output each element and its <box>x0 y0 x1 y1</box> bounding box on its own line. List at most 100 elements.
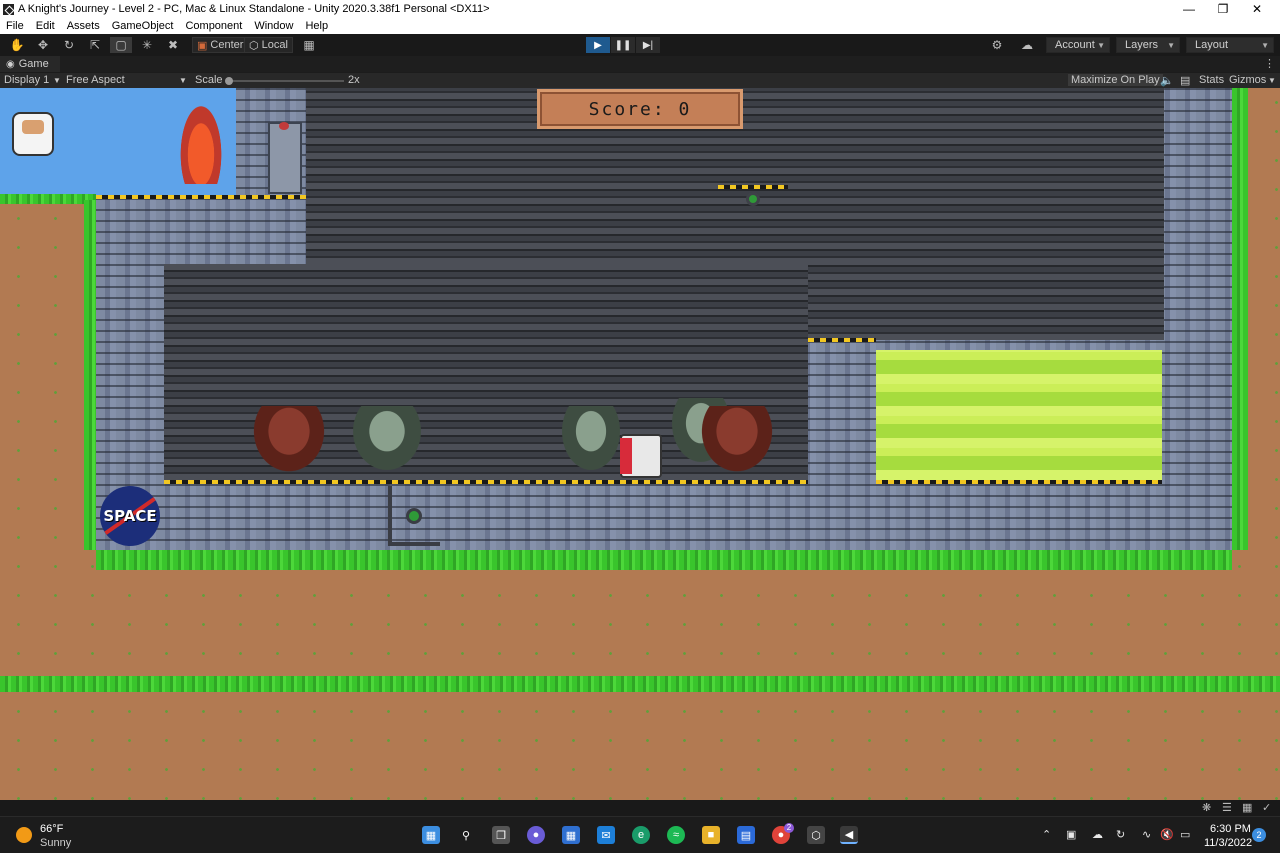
space-logo: SPACE <box>100 486 160 546</box>
unity-hub-icon[interactable]: ⬡ <box>807 826 825 844</box>
platform-pillar <box>808 338 876 342</box>
volume-muted-icon[interactable]: 🔇 <box>1160 828 1174 841</box>
windows-start-icon[interactable]: ▦ <box>422 826 440 844</box>
onedrive-icon[interactable]: ☁ <box>1092 828 1103 841</box>
sun-icon[interactable] <box>16 827 32 843</box>
grass-floor-lower <box>0 676 1280 692</box>
door-light <box>279 122 289 130</box>
pivot-local-button[interactable]: ⬡ Local <box>244 37 293 53</box>
menu-file[interactable]: File <box>0 20 30 32</box>
platform-main-floor <box>164 480 808 484</box>
unity-editor-icon[interactable]: ◀ <box>840 826 858 844</box>
layers-dropdown[interactable]: Layers ▼ <box>1116 37 1180 53</box>
layout-label: Layout <box>1195 39 1229 51</box>
package-icon[interactable]: ▦ <box>1242 801 1252 814</box>
aspect-dropdown[interactable]: Free Aspect <box>66 74 125 86</box>
battery-saver-icon[interactable]: ▣ <box>1066 828 1076 841</box>
cloud-icon[interactable]: ☁ <box>1016 37 1038 53</box>
store-icon[interactable]: ▦ <box>562 826 580 844</box>
tab-game-label: Game <box>18 58 49 70</box>
calendar-icon[interactable]: ▤ <box>737 826 755 844</box>
search-icon[interactable]: ⚲ <box>457 826 475 844</box>
main-toolbar: ✋ ✥ ↻ ⇱ ▢ ✳ ✖ ▣ Center ⬡ Local ▦ ▶ ❚❚ ▶|… <box>0 34 1280 56</box>
layers-stack-icon[interactable]: ☰ <box>1222 801 1232 814</box>
step-button[interactable]: ▶| <box>636 37 660 53</box>
chevron-down-icon: ▼ <box>1097 40 1105 50</box>
windows-taskbar: 66°F Sunny ▦ ⚲ ❐ ● ▦ ✉ e ≈ ■ ▤ ● 2 ⬡ ◀ ⌃… <box>0 816 1280 853</box>
account-label: Account <box>1055 39 1095 51</box>
fire-icon <box>178 100 224 184</box>
chevron-down-icon: ▼ <box>1167 40 1175 50</box>
close-icon[interactable]: ✕ <box>1240 0 1274 18</box>
grid-snap-icon[interactable]: ▦ <box>298 37 320 53</box>
weather-temp[interactable]: 66°F <box>40 823 63 835</box>
restore-icon[interactable]: ❐ <box>1206 0 1240 18</box>
chevron-down-icon: ▼ <box>53 76 61 85</box>
edge-icon[interactable]: e <box>632 826 650 844</box>
clock-time[interactable]: 6:30 PM <box>1210 823 1251 835</box>
mute-audio-icon[interactable]: 🔈 <box>1160 74 1174 87</box>
check-icon[interactable]: ✓ <box>1262 801 1271 814</box>
hand-tool-icon[interactable]: ✋ <box>6 37 28 53</box>
menu-component[interactable]: Component <box>179 20 248 32</box>
pivot-center-button[interactable]: ▣ Center <box>192 37 249 53</box>
gamepad-icon: ◉ <box>6 58 15 70</box>
bug-icon[interactable]: ❋ <box>1202 801 1211 814</box>
maximize-on-play-toggle[interactable]: Maximize On Play <box>1068 74 1163 86</box>
move-tool-icon[interactable]: ✥ <box>32 37 54 53</box>
mail-icon[interactable]: ✉ <box>597 826 615 844</box>
spotify-icon[interactable]: ≈ <box>667 826 685 844</box>
grass-floor-upper <box>96 550 1232 570</box>
rect-tool-icon[interactable]: ▢ <box>110 37 132 53</box>
menu-help[interactable]: Help <box>299 20 334 32</box>
weather-desc[interactable]: Sunny <box>40 837 71 849</box>
minimize-icon[interactable]: — <box>1172 0 1206 18</box>
menu-edit[interactable]: Edit <box>30 20 61 32</box>
scale-slider[interactable] <box>228 80 344 82</box>
file-explorer-icon[interactable]: ■ <box>702 826 720 844</box>
custom-tool-icon[interactable]: ✖ <box>162 37 184 53</box>
scale-label: Scale <box>195 74 223 86</box>
tab-game[interactable]: ◉ Game <box>0 56 60 72</box>
menu-assets[interactable]: Assets <box>61 20 106 32</box>
grass-ledge-left <box>0 194 96 204</box>
display-dropdown[interactable]: Display 1 <box>4 74 49 86</box>
sync-icon[interactable]: ↻ <box>1116 828 1125 841</box>
layout-dropdown[interactable]: Layout ▼ <box>1186 37 1274 53</box>
account-dropdown[interactable]: Account ▼ <box>1046 37 1110 53</box>
stats-toggle[interactable]: Stats <box>1199 74 1224 86</box>
menu-window[interactable]: Window <box>248 20 299 32</box>
chevron-down-icon: ▼ <box>1268 76 1276 85</box>
platform-upper-left <box>96 195 306 199</box>
chrome-badge: 2 <box>784 823 794 833</box>
chevron-down-icon: ▼ <box>179 76 187 85</box>
collab-icon[interactable]: ⚙ <box>986 37 1008 53</box>
scale-value: 2x <box>348 74 360 86</box>
chevron-up-icon[interactable]: ⌃ <box>1042 828 1051 841</box>
menu-bar: File Edit Assets GameObject Component Wi… <box>0 18 1280 34</box>
notification-badge[interactable]: 2 <box>1252 828 1266 842</box>
more-options-icon[interactable]: ⋮ <box>1264 57 1275 70</box>
clock-date[interactable]: 11/3/2022 <box>1204 837 1252 849</box>
scale-tool-icon[interactable]: ⇱ <box>84 37 106 53</box>
game-viewport[interactable]: Score: 0 SPACE <box>0 88 1280 800</box>
task-view-icon[interactable]: ❐ <box>492 826 510 844</box>
game-view-toolbar: Display 1 ▼ Free Aspect ▼ Scale 2x Maxim… <box>0 72 1280 88</box>
grass-wall-left <box>84 200 96 550</box>
layers-label: Layers <box>1125 39 1159 51</box>
pivot-local-label: Local <box>261 39 288 51</box>
knight-cape <box>620 438 632 474</box>
scale-slider-handle[interactable] <box>225 77 233 85</box>
rotate-tool-icon[interactable]: ↻ <box>58 37 80 53</box>
menu-gameobject[interactable]: GameObject <box>106 20 180 32</box>
teams-chat-icon[interactable]: ● <box>527 826 545 844</box>
play-button[interactable]: ▶ <box>586 37 610 53</box>
score-panel: Score: 0 <box>537 89 743 129</box>
gizmos-toggle[interactable]: Gizmos <box>1229 74 1266 86</box>
battery-icon[interactable]: ▭ <box>1180 828 1190 841</box>
pivot-center-label: Center <box>210 39 244 51</box>
pause-button[interactable]: ❚❚ <box>611 37 635 53</box>
wifi-icon[interactable]: ∿ <box>1142 828 1151 841</box>
transform-tool-icon[interactable]: ✳ <box>136 37 158 53</box>
window-title: A Knight's Journey - Level 2 - PC, Mac &… <box>18 3 490 15</box>
